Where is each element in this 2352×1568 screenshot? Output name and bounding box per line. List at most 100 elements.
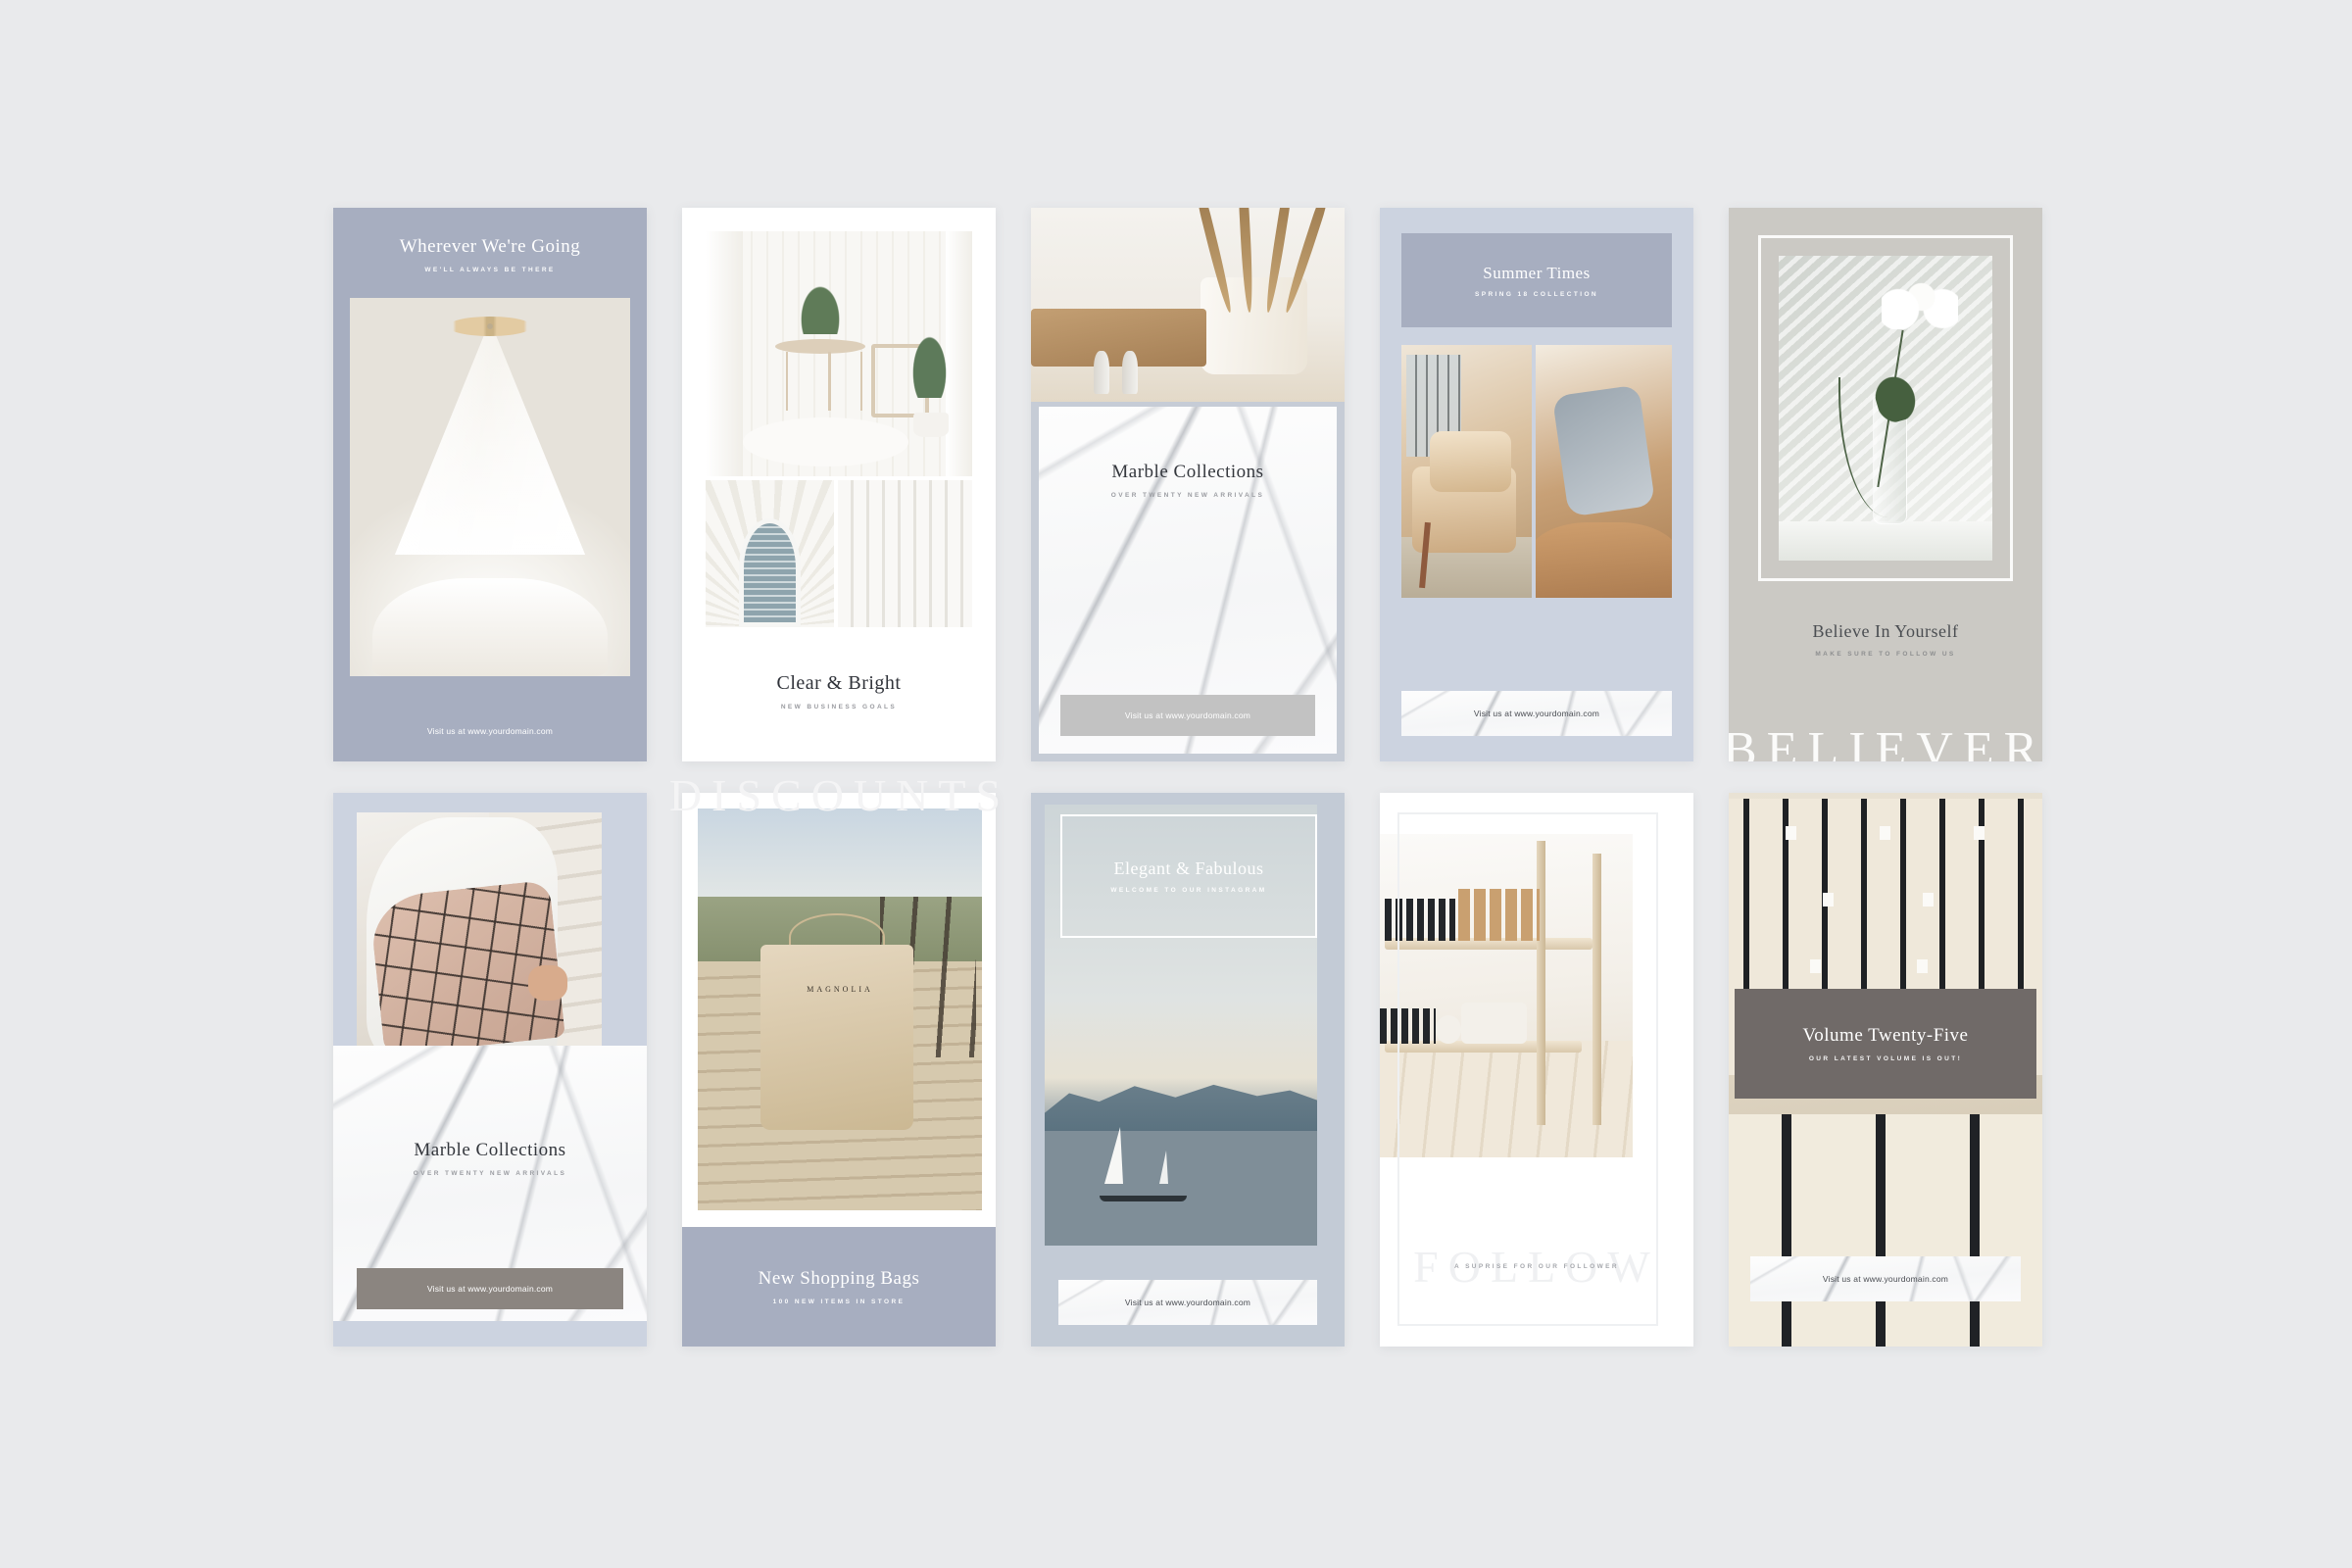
boat-hull-shape [1099, 1196, 1187, 1201]
seat-number-tag [1823, 892, 1834, 906]
card10-visit-band[interactable]: Visit us at www.yourdomain.com [1750, 1256, 2021, 1301]
card9-kicker: A SUPRISE FOR OUR FOLLOWER [1454, 1263, 1619, 1270]
card1-kicker: WE'LL ALWAYS BE THERE [424, 266, 556, 273]
card7-title: New Shopping Bags [758, 1268, 920, 1289]
card10-title: Volume Twenty-Five [1802, 1025, 1969, 1046]
story-card-elegant-and-fabulous[interactable]: Elegant & Fabulous WELCOME TO OUR INSTAG… [1031, 793, 1345, 1347]
card6-kicker: OVER TWENTY NEW ARRIVALS [413, 1170, 567, 1177]
card10-visit-label: Visit us at www.yourdomain.com [1822, 1274, 1949, 1284]
jib-sail-shape [1158, 1151, 1168, 1184]
card6-visit-band[interactable]: Visit us at www.yourdomain.com [357, 1268, 623, 1309]
story-card-summer-times[interactable]: Summer Times SPRING 18 COLLECTION Visit … [1380, 208, 1693, 761]
story-card-volume-twenty-five[interactable]: Volume Twenty-Five OUR LATEST VOLUME IS … [1729, 793, 2042, 1347]
story-card-wherever-were-going[interactable]: Wherever We're Going WE'LL ALWAYS BE THE… [333, 208, 647, 761]
hand-shape [528, 965, 567, 1002]
white-slats-photo [838, 480, 972, 627]
story-card-follow[interactable]: FOLLOW A SUPRISE FOR OUR FOLLOWER [1380, 793, 1693, 1347]
card5-title: Believe In Yourself [1812, 621, 1959, 641]
card3-title: Marble Collections [1111, 462, 1264, 482]
arched-window-photo [706, 480, 834, 627]
round-rug-shape [743, 417, 908, 466]
card6-marble-panel: Marble Collections OVER TWENTY NEW ARRIV… [333, 1046, 647, 1321]
card2-kicker: NEW BUSINESS GOALS [780, 704, 898, 710]
card4-visit-band[interactable]: Visit us at www.yourdomain.com [1401, 691, 1672, 736]
story-card-new-shopping-bags[interactable]: DISCOUNTS MAGNOLIA New Shopping Bags 100… [669, 770, 1001, 1347]
card2-title: Clear & Bright [776, 672, 902, 694]
white-interior-photo [706, 231, 972, 476]
sea-water-shape [1045, 1131, 1317, 1246]
card4-kicker: SPRING 18 COLLECTION [1474, 290, 1598, 298]
card1-heading-block: Wherever We're Going WE'LL ALWAYS BE THE… [333, 236, 647, 273]
card5-heading-block: Believe In Yourself MAKE SURE TO FOLLOW … [1729, 621, 2042, 658]
bedroom-canopy-photo [350, 298, 630, 676]
card7-footer-panel: New Shopping Bags 100 NEW ITEMS IN STORE [682, 1227, 996, 1347]
flower-vase-photo [1779, 256, 1992, 561]
story-card-marble-collections-kitchen[interactable]: Marble Collections OVER TWENTY NEW ARRIV… [1031, 208, 1345, 761]
card8-visit-band[interactable]: Visit us at www.yourdomain.com [1058, 1280, 1317, 1325]
card3-kicker: OVER TWENTY NEW ARRIVALS [1110, 492, 1265, 499]
card6-title: Marble Collections [414, 1140, 566, 1160]
leather-armchair-photo [1401, 345, 1532, 598]
bag-brand-text: MAGNOLIA [807, 985, 873, 995]
canvas-tote-bag-shape [760, 945, 914, 1130]
palm-plant-shape [785, 261, 856, 334]
card8-visit-label: Visit us at www.yourdomain.com [1124, 1298, 1251, 1307]
table-surface-shape [1779, 520, 1992, 561]
story-card-believe-in-yourself[interactable]: Believe In Yourself MAKE SURE TO FOLLOW … [1729, 208, 2042, 761]
card4-visit-label: Visit us at www.yourdomain.com [1473, 709, 1600, 718]
table-leg-shape [785, 351, 789, 411]
main-sail-shape [1104, 1127, 1124, 1184]
wooden-spoons-photo [1031, 208, 1345, 402]
salt-shaker-shape [1094, 351, 1109, 395]
beach-boardwalk-bag-photo: MAGNOLIA [698, 808, 982, 1210]
seat-number-tag [1810, 958, 1822, 973]
denim-jacket-shape [1551, 384, 1656, 517]
card1-visit-label[interactable]: Visit us at www.yourdomain.com [427, 726, 553, 736]
card1-footer: Visit us at www.yourdomain.com [333, 726, 647, 736]
card5-photo-inner-mat [1779, 256, 1992, 561]
seat-number-tag [1879, 825, 1890, 840]
white-blooms-shape [1881, 279, 1959, 329]
table-leg-shape [859, 351, 863, 411]
card2-heading-block: Clear & Bright NEW BUSINESS GOALS [682, 672, 996, 710]
screenshot-canvas: Wherever We're Going WE'LL ALWAYS BE THE… [0, 0, 2352, 1568]
potted-plant-shape [903, 315, 956, 398]
round-table-shape [774, 339, 866, 354]
card10-title-band: Volume Twenty-Five OUR LATEST VOLUME IS … [1735, 989, 2036, 1099]
card9-text-block: FOLLOW A SUPRISE FOR OUR FOLLOWER [1380, 1245, 1693, 1290]
seat-number-tag [1973, 825, 1984, 840]
seat-number-tag [1917, 958, 1928, 973]
card4-title-panel: Summer Times SPRING 18 COLLECTION [1401, 233, 1672, 327]
story-card-clear-and-bright[interactable]: Clear & Bright NEW BUSINESS GOALS [682, 208, 996, 761]
card3-visit-band[interactable]: Visit us at www.yourdomain.com [1060, 695, 1315, 736]
card6-heading-block: Marble Collections OVER TWENTY NEW ARRIV… [333, 1140, 647, 1177]
card8-title-frame: Elegant & Fabulous WELCOME TO OUR INSTAG… [1060, 814, 1317, 938]
plant-pot-shape [913, 413, 949, 437]
card7-bigword-discounts: DISCOUNTS [668, 770, 1011, 820]
card7-kicker: 100 NEW ITEMS IN STORE [772, 1298, 906, 1305]
wood-board-shape [1031, 308, 1207, 368]
card10-kicker: OUR LATEST VOLUME IS OUT! [1808, 1055, 1963, 1062]
leather-armrest-shape [1536, 521, 1672, 598]
card8-kicker: WELCOME TO OUR INSTAGRAM [1110, 887, 1267, 894]
card6-visit-label: Visit us at www.yourdomain.com [426, 1284, 554, 1294]
knit-coat-photo [357, 812, 602, 1067]
seat-number-tag [1785, 825, 1796, 840]
table-leg-shape [828, 351, 831, 411]
card3-heading-block: Marble Collections OVER TWENTY NEW ARRIV… [1039, 462, 1337, 499]
armchair-denim-photo [1536, 345, 1672, 598]
card1-title: Wherever We're Going [399, 236, 581, 257]
story-card-marble-collections-coat[interactable]: Marble Collections OVER TWENTY NEW ARRIV… [333, 793, 647, 1347]
card5-kicker: MAKE SURE TO FOLLOW US [1815, 651, 1956, 658]
ceiling-fan-shape [448, 317, 532, 337]
chair-back-shape [1430, 430, 1511, 492]
story-template-grid: Wherever We're Going WE'LL ALWAYS BE THE… [333, 208, 2043, 1384]
hills-silhouette-shape [1045, 1084, 1317, 1140]
card4-title: Summer Times [1483, 263, 1591, 282]
card5-photo-mount [1758, 235, 2013, 581]
card5-bigword-believers: BELIEVERS [1729, 722, 2042, 761]
arch-window-shape [739, 518, 801, 627]
pepper-shaker-shape [1121, 351, 1138, 395]
card3-marble-panel: Marble Collections OVER TWENTY NEW ARRIV… [1039, 407, 1337, 754]
card3-visit-label: Visit us at www.yourdomain.com [1124, 710, 1251, 720]
